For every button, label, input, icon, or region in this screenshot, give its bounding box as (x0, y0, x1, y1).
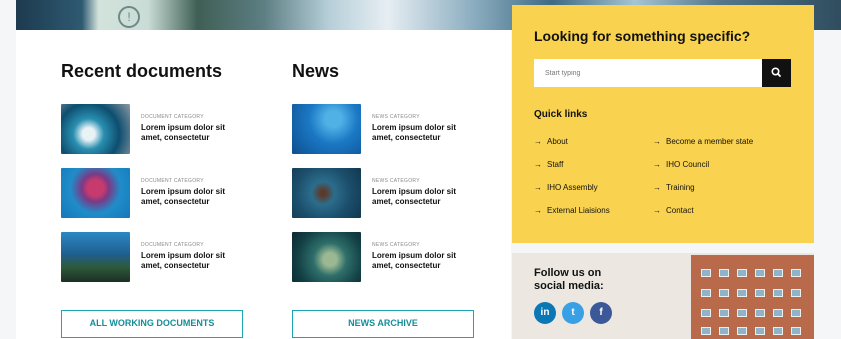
quick-link-become-member-state[interactable]: → Become a member state (653, 137, 753, 146)
quick-links-title: Quick links (534, 109, 588, 120)
arrow-right-icon: → (534, 137, 542, 146)
document-title[interactable]: Lorem ipsum dolor sit amet, consectetur (141, 251, 241, 271)
search-panel-title: Looking for something specific? (534, 28, 751, 44)
quick-link-external-liaisions[interactable]: → External Liaisions (534, 206, 610, 215)
news-title: News (292, 61, 340, 81)
manta-ray-thumbnail (292, 104, 361, 154)
arrow-right-icon: → (653, 183, 661, 192)
quick-link-training[interactable]: → Training (653, 183, 695, 192)
search-panel: Looking for something specific? Quick li… (512, 5, 814, 243)
news-item-title[interactable]: Lorem ipsum dolor sit amet, consectetur (372, 251, 472, 271)
arrow-right-icon: → (653, 206, 661, 215)
follow-us-text: Follow us on social media: (534, 267, 604, 292)
arrow-right-icon: → (534, 206, 542, 215)
search-icon (771, 67, 781, 77)
facebook-icon[interactable]: f (590, 302, 612, 324)
twitter-icon[interactable]: t (562, 302, 584, 324)
search-button[interactable] (762, 59, 791, 87)
quick-link-staff[interactable]: → Staff (534, 160, 563, 169)
document-category: DOCUMENT CATEGORY (141, 178, 204, 184)
news-item-title[interactable]: Lorem ipsum dolor sit amet, consectetur (372, 123, 472, 143)
divers-reef-thumbnail (61, 232, 130, 282)
search-input[interactable] (534, 59, 762, 87)
arrow-right-icon: → (653, 137, 661, 146)
news-item-title[interactable]: Lorem ipsum dolor sit amet, consectetur (372, 187, 472, 207)
sea-turtle-thumbnail (292, 232, 361, 282)
quick-link-contact[interactable]: → Contact (653, 206, 694, 215)
social-media-panel: Follow us on social media: in t f (512, 253, 814, 339)
jellyfish-thumbnail (61, 168, 130, 218)
quick-link-iho-assembly[interactable]: → IHO Assembly (534, 183, 598, 192)
wave-thumbnail (61, 104, 130, 154)
document-title[interactable]: Lorem ipsum dolor sit amet, consectetur (141, 123, 241, 143)
arrow-right-icon: → (534, 183, 542, 192)
alert-icon: ! (118, 6, 140, 28)
linkedin-icon[interactable]: in (534, 302, 556, 324)
document-title[interactable]: Lorem ipsum dolor sit amet, consectetur (141, 187, 241, 207)
all-working-documents-button[interactable]: ALL WORKING DOCUMENTS (61, 310, 243, 338)
building-photo (691, 255, 814, 339)
news-category: NEWS CATEGORY (372, 114, 420, 120)
quick-link-about[interactable]: → About (534, 137, 568, 146)
recent-documents-title: Recent documents (61, 61, 223, 81)
document-category: DOCUMENT CATEGORY (141, 242, 204, 248)
document-category: DOCUMENT CATEGORY (141, 114, 204, 120)
news-category: NEWS CATEGORY (372, 178, 420, 184)
fish-school-thumbnail (292, 168, 361, 218)
arrow-right-icon: → (534, 160, 542, 169)
quick-link-iho-council[interactable]: → IHO Council (653, 160, 709, 169)
arrow-right-icon: → (653, 160, 661, 169)
news-archive-button[interactable]: NEWS ARCHIVE (292, 310, 474, 338)
news-category: NEWS CATEGORY (372, 242, 420, 248)
